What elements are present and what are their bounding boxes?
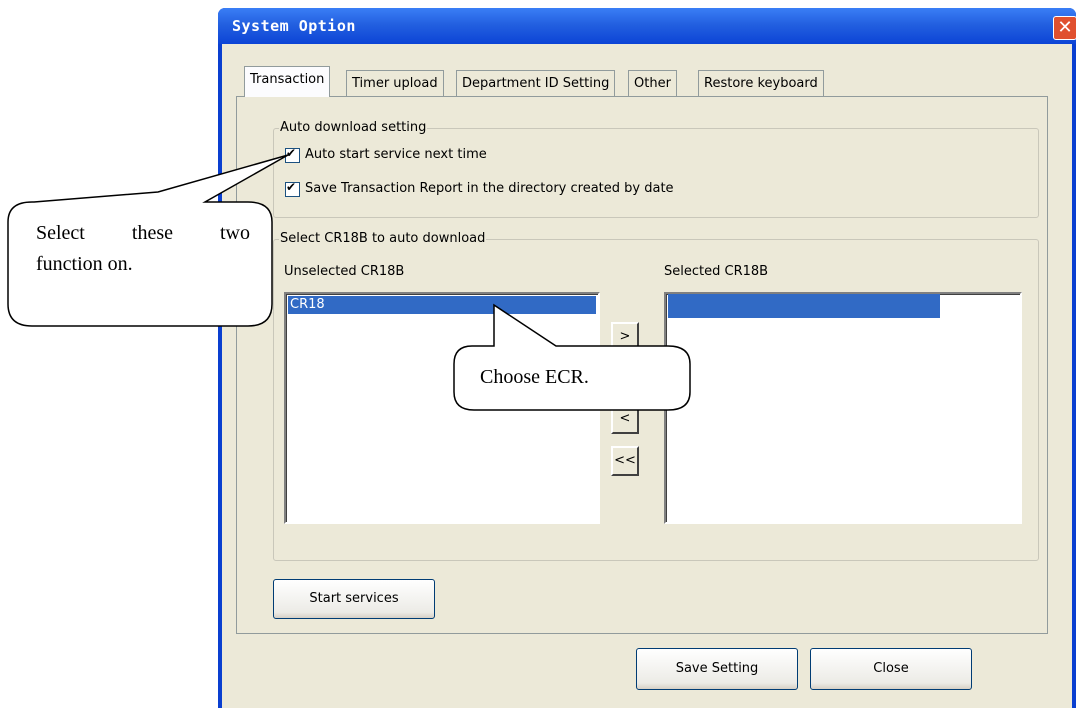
center-callout-text: Choose ECR.	[480, 366, 589, 388]
tab-transaction[interactable]: Transaction	[244, 66, 331, 97]
left-callout-text: Select these two function on.	[36, 222, 250, 276]
left-callout-line2: function on.	[36, 253, 133, 275]
left-callout-line1: Select these two	[36, 222, 250, 244]
center-callout-bubble	[453, 303, 691, 411]
callout-overlay	[7, 154, 691, 411]
